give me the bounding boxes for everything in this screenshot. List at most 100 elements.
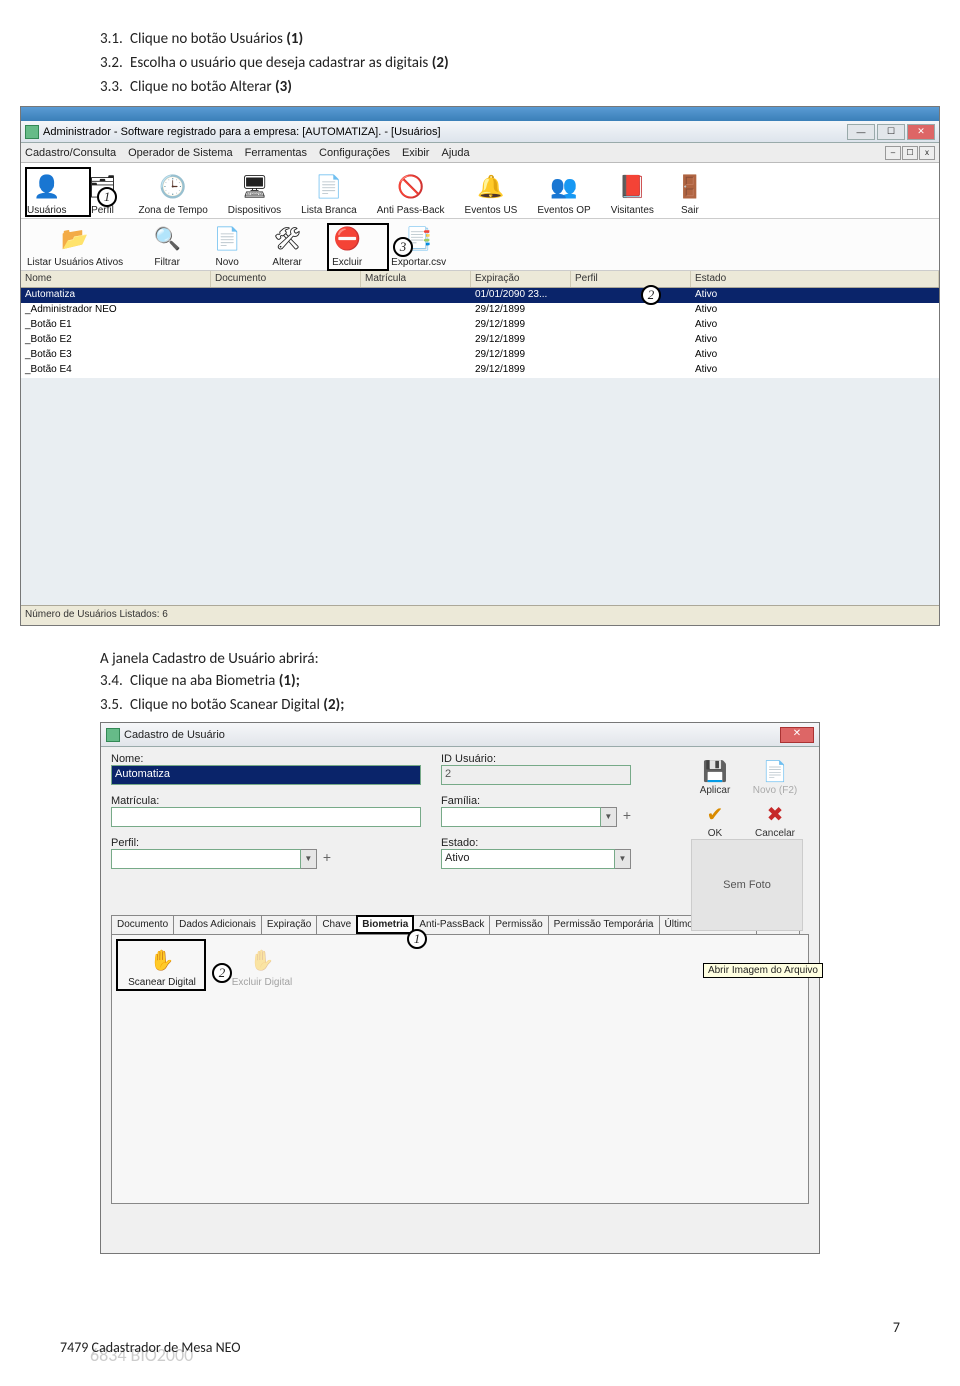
toolbar-zona-de-tempo[interactable]: 🕒Zona de Tempo	[138, 171, 207, 216]
tab-expira-o[interactable]: Expiração	[261, 915, 317, 934]
mid-text: A janela Cadastro de Usuário abrirá:	[100, 650, 880, 668]
dialog-titlebar: Cadastro de Usuário ✕	[101, 723, 819, 747]
statusbar: Número de Usuários Listados: 6	[21, 605, 939, 625]
menu-item[interactable]: Ferramentas	[245, 147, 307, 159]
annotation-circle-1: 1	[97, 187, 117, 207]
toolbar-novo[interactable]: 📄Novo	[211, 223, 243, 268]
action-novo-f2-: 📄Novo (F2)	[747, 757, 803, 796]
annotation-box-2	[116, 939, 206, 991]
tooltip: Abrir Imagem do Arquivo	[703, 963, 823, 978]
chevron-down-icon[interactable]: ▼	[301, 849, 317, 869]
toolbar-icon: 🛠	[271, 223, 303, 255]
toolbar-filtrar[interactable]: 🔍Filtrar	[151, 223, 183, 268]
table-row[interactable]: _Botão E129/12/1899Ativo	[21, 318, 939, 333]
window-title: Administrador - Software registrado para…	[43, 126, 847, 138]
familia-field[interactable]	[441, 807, 601, 827]
toolbar-dispositivos[interactable]: 🖥Dispositivos	[228, 171, 281, 216]
table-row[interactable]: _Administrador NEO29/12/1899Ativo	[21, 303, 939, 318]
instruction-line: 3.1.Clique no botão Usuários (1)	[100, 30, 880, 48]
hand-icon: ✋	[247, 945, 277, 975]
maximize-button[interactable]: ☐	[877, 124, 905, 140]
toolbar-sair[interactable]: 🚪Sair	[674, 171, 706, 216]
close-button[interactable]: ✕	[907, 124, 935, 140]
toolbar-icon: 🕒	[157, 171, 189, 203]
action-icon: 📄	[759, 757, 791, 785]
primary-toolbar: 👤Usuários🗂Perfil🕒Zona de Tempo🖥Dispositi…	[21, 163, 939, 219]
mdi-controls: –☐x	[885, 146, 935, 160]
toolbar-icon: 🚫	[395, 171, 427, 203]
minimize-button[interactable]: —	[847, 124, 875, 140]
annotation-circle-3: 3	[393, 237, 413, 257]
label-perfil: Perfil:	[111, 837, 421, 849]
tab-documento[interactable]: Documento	[111, 915, 174, 934]
action-cancelar[interactable]: ✖Cancelar	[747, 800, 803, 839]
toolbar-icon: 🚪	[674, 171, 706, 203]
toolbar-eventos-op[interactable]: 👥Eventos OP	[537, 171, 590, 216]
tab-permiss-o[interactable]: Permissão	[489, 915, 548, 934]
menu-item[interactable]: Operador de Sistema	[128, 147, 233, 159]
perfil-field[interactable]	[111, 849, 301, 869]
chevron-down-icon[interactable]: ▼	[601, 807, 617, 827]
menu-item[interactable]: Exibir	[402, 147, 430, 159]
users-table: Automatiza01/01/2090 23...Ativo_Administ…	[21, 288, 939, 378]
label-familia: Família:	[441, 795, 631, 807]
toolbar-icon: 📕	[616, 171, 648, 203]
toolbar-icon: 🔔	[475, 171, 507, 203]
user-dialog-screenshot: Cadastro de Usuário ✕ Nome: Automatiza M…	[100, 722, 820, 1254]
table-row[interactable]: Automatiza01/01/2090 23...Ativo	[21, 288, 939, 303]
annotation-circle-2b: 2	[212, 963, 232, 983]
excluir-digital-button[interactable]: ✋ Excluir Digital	[222, 945, 302, 988]
toolbar-eventos-us[interactable]: 🔔Eventos US	[465, 171, 518, 216]
menu-item[interactable]: Configurações	[319, 147, 390, 159]
annotation-circle-1b: 1	[407, 929, 427, 949]
table-row[interactable]: _Botão E429/12/1899Ativo	[21, 363, 939, 378]
no-photo-box: Sem Foto	[691, 839, 803, 931]
estado-field[interactable]: Ativo	[441, 849, 615, 869]
toolbar-anti-pass-back[interactable]: 🚫Anti Pass-Back	[377, 171, 445, 216]
label-matricula: Matrícula:	[111, 795, 421, 807]
action-aplicar[interactable]: 💾Aplicar	[687, 757, 743, 796]
instruction-line: 3.2.Escolha o usuário que deseja cadastr…	[100, 54, 880, 72]
nome-field[interactable]: Automatiza	[111, 765, 421, 785]
tab-biometria[interactable]: Biometria	[356, 915, 414, 934]
tab-permiss-o-tempor-ria[interactable]: Permissão Temporária	[548, 915, 660, 934]
toolbar-visitantes[interactable]: 📕Visitantes	[611, 171, 654, 216]
dialog-close-button[interactable]: ✕	[780, 727, 814, 743]
table-row[interactable]: _Botão E329/12/1899Ativo	[21, 348, 939, 363]
toolbar-icon: 📄	[313, 171, 345, 203]
action-icon: ✔	[699, 800, 731, 828]
app-icon	[25, 125, 39, 139]
titlebar: Administrador - Software registrado para…	[21, 121, 939, 143]
footer-text: 7479 Cadastrador de Mesa NEO	[60, 1339, 241, 1356]
action-ok[interactable]: ✔OK	[687, 800, 743, 839]
menu-item[interactable]: Ajuda	[441, 147, 469, 159]
annotation-circle-2: 2	[641, 285, 661, 305]
label-nome: Nome:	[111, 753, 421, 765]
menu-item[interactable]: Cadastro/Consulta	[25, 147, 116, 159]
instruction-line: 3.5.Clique no botão Scanear Digital (2);	[100, 696, 880, 714]
toolbar-icon: 📄	[211, 223, 243, 255]
table-row[interactable]: _Botão E229/12/1899Ativo	[21, 333, 939, 348]
instruction-line: 3.3.Clique no botão Alterar (3)	[100, 78, 880, 96]
dialog-icon	[106, 728, 120, 742]
action-icon: 💾	[699, 757, 731, 785]
toolbar-listar-usu-rios-ativos[interactable]: 📂Listar Usuários Ativos	[27, 223, 123, 268]
id-field: 2	[441, 765, 631, 785]
tab-chave[interactable]: Chave	[316, 915, 357, 934]
dialog-actions: 💾Aplicar📄Novo (F2)✔OK✖Cancelar	[687, 757, 807, 839]
action-icon: ✖	[759, 800, 791, 828]
toolbar-icon: 🖥	[238, 171, 270, 203]
toolbar-lista-branca[interactable]: 📄Lista Branca	[301, 171, 357, 216]
tab-anti-passback[interactable]: Anti-PassBack	[413, 915, 490, 934]
label-id: ID Usuário:	[441, 753, 631, 765]
matricula-field[interactable]	[111, 807, 421, 827]
toolbar-icon: 🔍	[151, 223, 183, 255]
toolbar-alterar[interactable]: 🛠Alterar	[271, 223, 303, 268]
instruction-line: 3.4.Clique na aba Biometria (1);	[100, 672, 880, 690]
toolbar-icon: 📂	[59, 223, 91, 255]
tab-dados-adicionais[interactable]: Dados Adicionais	[173, 915, 262, 934]
toolbar-icon: 👥	[548, 171, 580, 203]
annotation-box-3	[327, 223, 389, 271]
chevron-down-icon[interactable]: ▼	[615, 849, 631, 869]
dialog-title: Cadastro de Usuário	[124, 729, 780, 741]
